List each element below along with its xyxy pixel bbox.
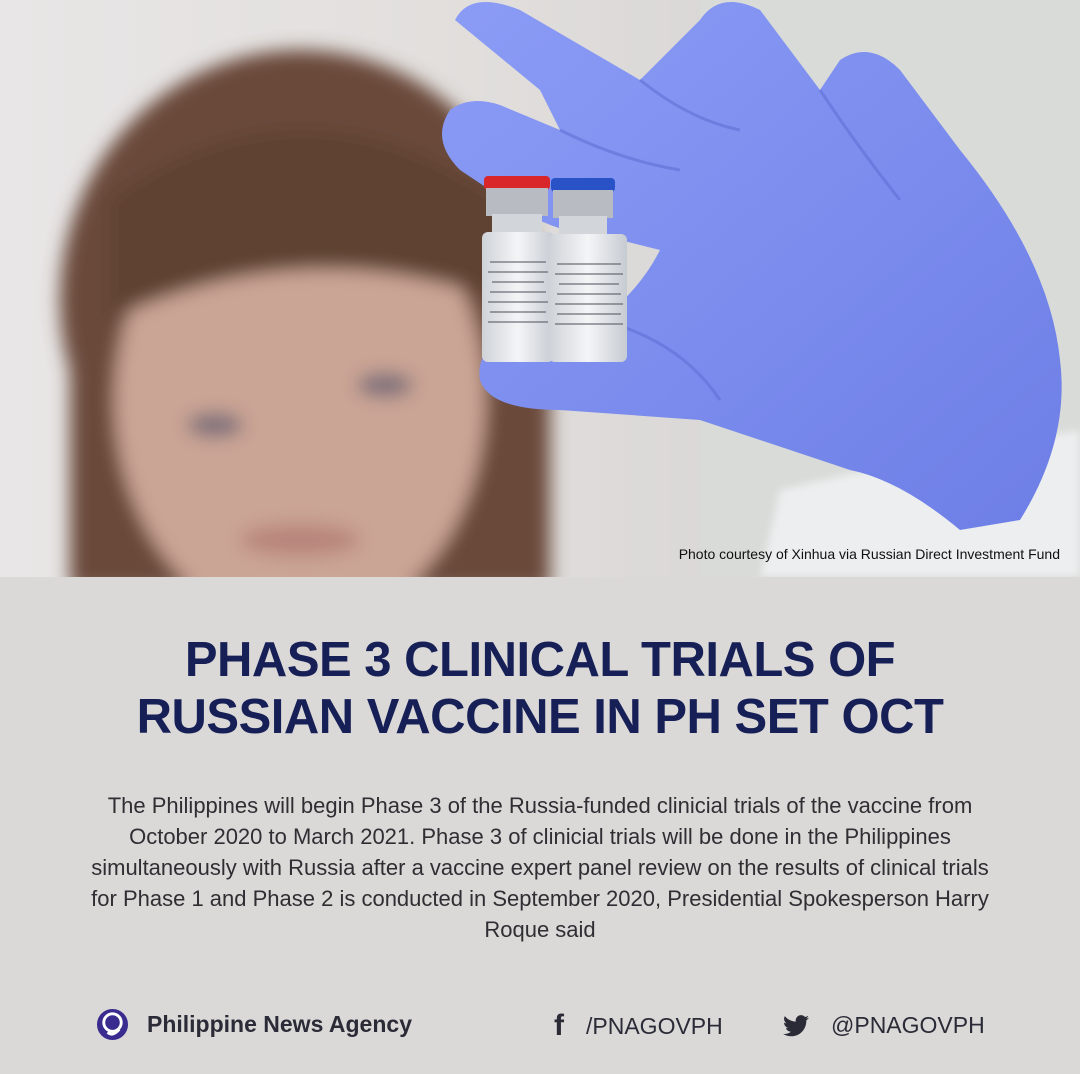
article-summary: The Philippines will begin Phase 3 of th… [91,793,989,942]
vials-graphic [482,176,627,362]
twitter-handle: @PNAGOVPH [831,1012,985,1038]
facebook-link[interactable]: f /PNAGOVPH [554,1009,723,1042]
agency-name: Philippine News Agency [147,1011,412,1037]
photo-illustration [60,0,1080,577]
facebook-handle: /PNAGOVPH [586,1012,723,1039]
headline-line-2: RUSSIAN VACCINE IN PH SET OCT [136,690,944,744]
agency-brand[interactable]: Philippine News Agency [96,1008,412,1041]
hero-photo: Photo courtesy of Xinhua via Russian Dir… [0,0,1080,577]
facebook-icon: f [554,1009,564,1042]
headline-line-1: PHASE 3 CLINICAL TRIALS OF [184,633,896,687]
twitter-icon [783,1014,809,1036]
photo-caption: Photo courtesy of Xinhua via Russian Dir… [678,546,1060,562]
footer: Philippine News Agency f /PNAGOVPH @PNAG… [0,1004,1080,1048]
headline: PHASE 3 CLINICAL TRIALS OF RUSSIAN VACCI… [0,632,1080,746]
pna-logo-icon [96,1008,129,1041]
twitter-link[interactable]: @PNAGOVPH [783,1012,985,1039]
